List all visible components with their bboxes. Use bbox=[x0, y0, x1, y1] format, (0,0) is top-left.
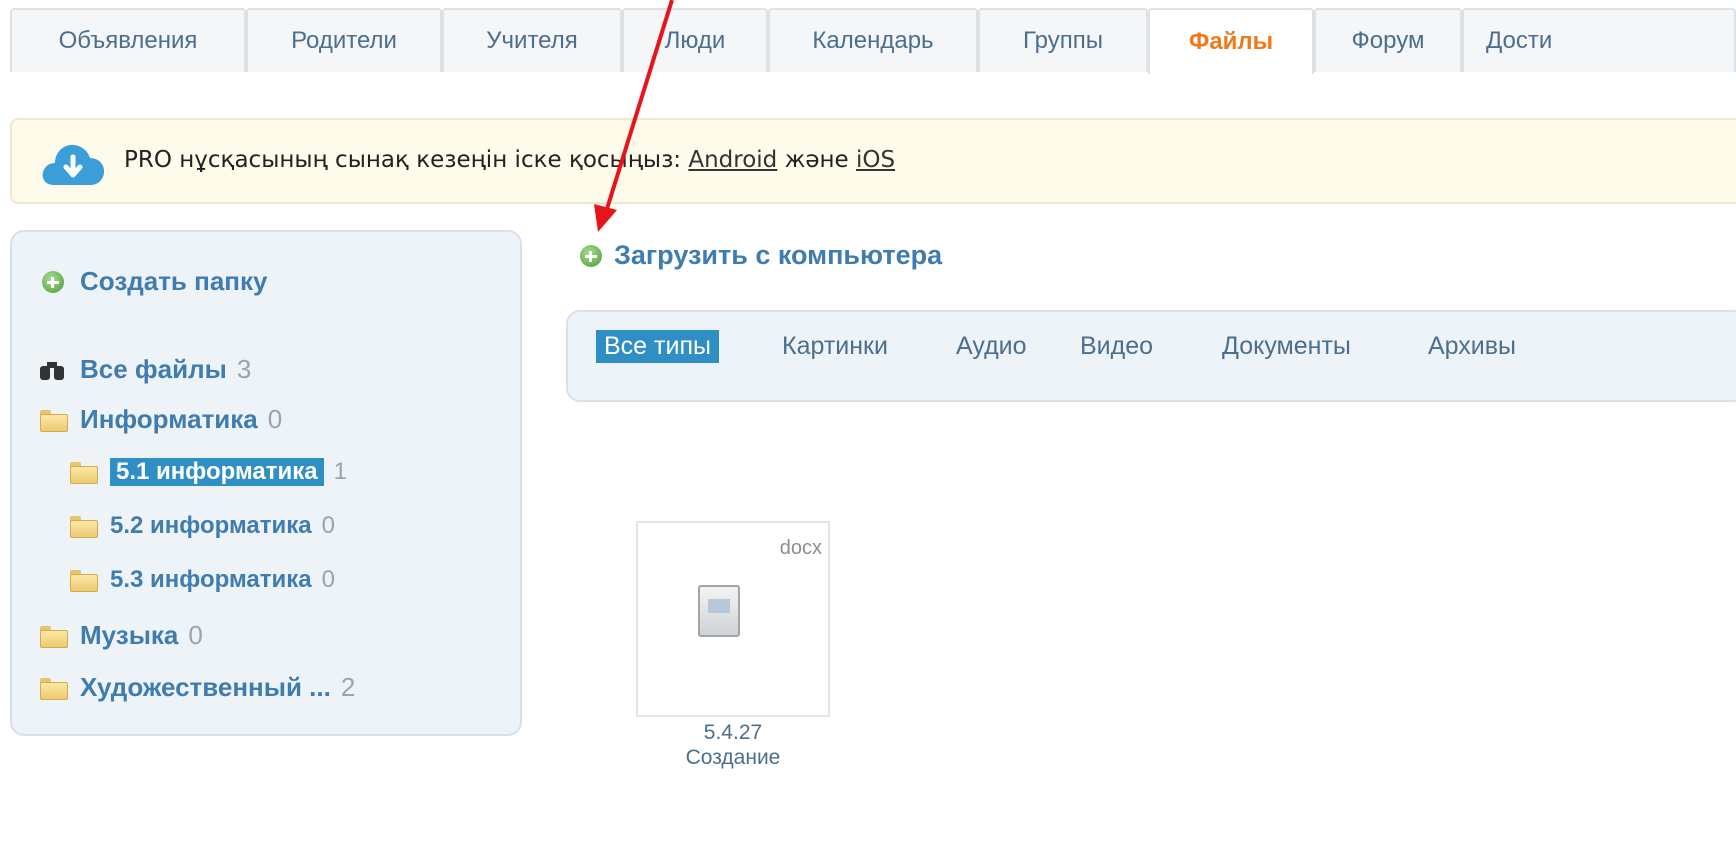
folder-item-5-2-informatika[interactable]: 5.2 информатика 0 bbox=[70, 512, 335, 540]
folder-label: Информатика bbox=[80, 404, 258, 434]
tab-teachers[interactable]: Учителя bbox=[442, 8, 622, 72]
folders-sidebar: Создать папку Все файлы 3 Информатика 0 … bbox=[10, 230, 522, 736]
all-files-count: 3 bbox=[236, 354, 252, 384]
folder-item-5-3-informatika[interactable]: 5.3 информатика 0 bbox=[70, 566, 335, 594]
tab-files[interactable]: Файлы bbox=[1148, 8, 1314, 74]
binoculars-icon bbox=[40, 360, 64, 380]
upload-label: Загрузить с компьютера bbox=[614, 240, 943, 270]
tab-groups[interactable]: Группы bbox=[978, 8, 1148, 72]
filter-documents[interactable]: Документы bbox=[1222, 332, 1351, 361]
folder-icon bbox=[40, 677, 68, 700]
all-files-link[interactable]: Все файлы 3 bbox=[40, 354, 251, 385]
file-extension: docx bbox=[779, 537, 822, 559]
folder-label: 5.2 информатика bbox=[110, 512, 312, 539]
create-folder-button[interactable]: Создать папку bbox=[42, 266, 267, 297]
folder-count: 0 bbox=[267, 404, 283, 434]
folder-count: 1 bbox=[333, 458, 347, 485]
ios-link[interactable]: iOS bbox=[856, 147, 895, 173]
folder-label: Музыка bbox=[80, 620, 179, 650]
tab-forum[interactable]: Форум bbox=[1314, 8, 1462, 72]
create-folder-label: Создать папку bbox=[80, 266, 268, 296]
android-link[interactable]: Android bbox=[688, 147, 777, 173]
banner-and: және bbox=[784, 147, 849, 173]
folder-item-music[interactable]: Музыка 0 bbox=[40, 620, 203, 651]
folder-label-selected: 5.1 информатика bbox=[110, 458, 324, 486]
folder-label: 5.3 информатика bbox=[110, 566, 312, 593]
document-icon bbox=[698, 585, 740, 637]
folder-icon bbox=[40, 625, 68, 648]
filter-all-types[interactable]: Все типы bbox=[596, 330, 719, 363]
filter-archives[interactable]: Архивы bbox=[1428, 332, 1516, 361]
upload-from-computer-button[interactable]: Загрузить с компьютера bbox=[580, 240, 942, 271]
banner-message: PRO нұсқасының сынақ кезеңін іске қосыңы… bbox=[124, 147, 682, 173]
folder-item-informatika[interactable]: Информатика 0 bbox=[40, 404, 282, 435]
file-name-line-2: Создание bbox=[685, 746, 781, 769]
file-card[interactable]: docx bbox=[636, 521, 830, 717]
folder-icon bbox=[70, 462, 98, 484]
pro-trial-banner: PRO нұсқасының сынақ кезеңін іске қосыңы… bbox=[10, 118, 1736, 204]
folder-item-art[interactable]: Художественный ... 2 bbox=[40, 672, 355, 703]
folder-icon bbox=[40, 409, 68, 432]
folder-item-5-1-informatika[interactable]: 5.1 информатика 1 bbox=[70, 458, 347, 486]
folder-icon bbox=[70, 570, 98, 592]
tab-parents[interactable]: Родители bbox=[246, 8, 442, 72]
folder-icon bbox=[70, 516, 98, 538]
file-type-filter-bar: Все типы Картинки Аудио Видео Документы … bbox=[566, 310, 1736, 402]
folder-count: 0 bbox=[321, 566, 335, 593]
filter-video[interactable]: Видео bbox=[1080, 332, 1153, 361]
file-name-line-1: 5.4.27 bbox=[703, 721, 763, 744]
cloud-download-icon bbox=[42, 144, 105, 185]
file-name[interactable]: 5.4.27 Создание bbox=[636, 720, 830, 770]
tab-announcements[interactable]: Объявления bbox=[10, 8, 246, 72]
tab-achievements[interactable]: Дости bbox=[1462, 8, 1736, 72]
folder-count: 0 bbox=[321, 512, 335, 539]
tab-bar: Объявления Родители Учителя Люди Календа… bbox=[10, 8, 1736, 74]
folder-count: 2 bbox=[340, 672, 356, 702]
tab-people[interactable]: Люди bbox=[622, 8, 768, 72]
filter-images[interactable]: Картинки bbox=[782, 332, 888, 361]
banner-text-line: PRO нұсқасының сынақ кезеңін іске қосыңы… bbox=[124, 147, 895, 173]
plus-circle-icon bbox=[42, 270, 64, 293]
filter-audio[interactable]: Аудио bbox=[956, 332, 1027, 361]
folder-count: 0 bbox=[188, 620, 203, 650]
plus-circle-icon bbox=[580, 244, 602, 267]
all-files-label: Все файлы bbox=[80, 354, 227, 384]
folder-label: Художественный ... bbox=[80, 672, 331, 702]
tab-calendar[interactable]: Календарь bbox=[768, 8, 978, 72]
